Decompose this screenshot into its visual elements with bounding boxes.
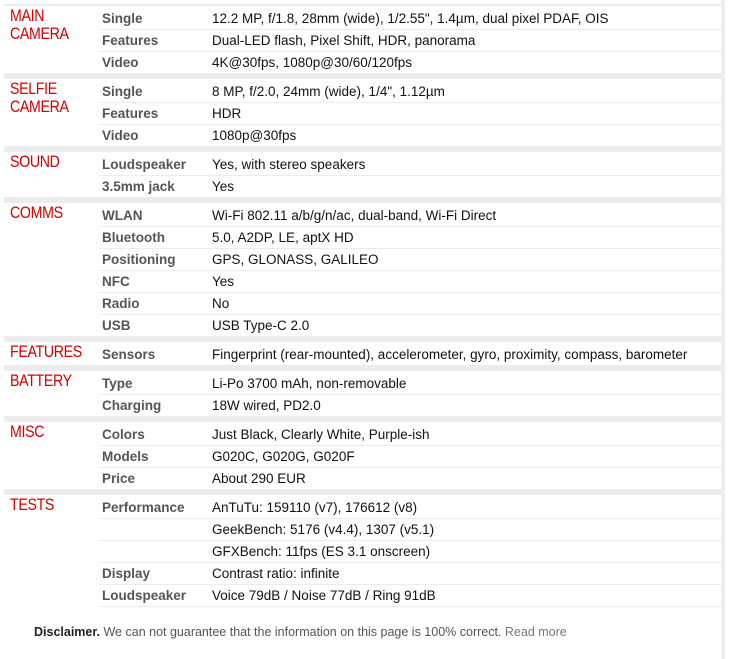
spec-value: Yes (212, 270, 725, 293)
spec-row: 3.5mm jack Yes (4, 175, 725, 197)
spec-title (99, 518, 212, 541)
page-gutter-right (721, 0, 725, 659)
spec-title: Radio (99, 292, 212, 315)
spec-title: Positioning (99, 248, 212, 271)
spec-value: No (212, 292, 725, 315)
spec-row: Models G020C, G020G, G020F (4, 445, 725, 468)
spec-row: MAIN CAMERA Single 12.2 MP, f/1.8, 28mm (w… (4, 6, 725, 43)
spec-title: Models (99, 445, 212, 468)
spec-row: Features Dual-LED flash, Pixel Shift, HDR… (4, 29, 725, 52)
spec-value: Voice 79dB / Noise 77dB / Ring 91dB (212, 584, 725, 607)
spec-value: GPS, GLONASS, GALILEO (212, 248, 725, 271)
spec-value: 12.2 MP, f/1.8, 28mm (wide), 1/2.55", 1.… (212, 11, 609, 26)
spec-category: COMMS (10, 204, 63, 222)
spec-title: Video (99, 124, 212, 146)
spec-row: TESTS Performance AnTuTu: 159110 (v7), 176… (4, 495, 725, 519)
spec-title: Features (99, 29, 212, 52)
spec-table-sound: SOUND Loudspeaker Yes, with stereo speaker… (4, 152, 725, 197)
spec-category: FEATURES (10, 343, 82, 361)
spec-value: USB Type-C 2.0 (212, 314, 725, 336)
spec-title: NFC (99, 270, 212, 293)
spec-tables: MAIN CAMERA Single 12.2 MP, f/1.8, 28mm (w… (4, 6, 725, 650)
spec-row: Radio No (4, 292, 725, 315)
spec-row: SELFIE CAMERA Single 8 MP, f/2.0, 24mm (wi… (4, 79, 725, 116)
disclaimer-text: We can not guarantee that the informatio… (100, 625, 505, 639)
spec-table-features: FEATURES Sensors Fingerprint (rear-mounted… (4, 342, 725, 365)
spec-value: Li-Po 3700 mAh, non-removable (212, 376, 407, 391)
spec-title (99, 540, 212, 563)
spec-title: Bluetooth (99, 226, 212, 249)
spec-row: Features HDR (4, 102, 725, 125)
spec-table-battery: BATTERY Type Li-Po 3700 mAh, non-removable… (4, 371, 725, 416)
spec-table-main-camera: MAIN CAMERA Single 12.2 MP, f/1.8, 28mm (w… (4, 6, 725, 73)
spec-title: Video (99, 51, 212, 73)
spec-value: 1080p@30fps (212, 124, 725, 146)
spec-value: Yes (212, 175, 725, 197)
spec-title: Loudspeaker (99, 584, 212, 607)
spec-value: Just Black, Clearly White, Purple-ish (212, 427, 430, 442)
spec-category: SOUND (10, 153, 60, 171)
spec-table-misc: MISC Colors Just Black, Clearly White, Pur… (4, 422, 725, 489)
spec-row: BATTERY Type Li-Po 3700 mAh, non-removable (4, 371, 725, 395)
spec-value: GeekBench: 5176 (v4.4), 1307 (v5.1) (212, 518, 725, 541)
spec-value: 18W wired, PD2.0 (212, 394, 725, 416)
spec-row: MISC Colors Just Black, Clearly White, Pur… (4, 422, 725, 446)
spec-title: WLAN (102, 208, 143, 223)
spec-row: GFXBench: 11fps (ES 3.1 onscreen) (4, 540, 725, 563)
spec-value: G020C, G020G, G020F (212, 445, 725, 468)
spec-category: BATTERY (10, 372, 72, 390)
spec-value: HDR (212, 102, 725, 125)
spec-value: About 290 EUR (212, 467, 725, 489)
spec-value: Fingerprint (rear-mounted), acceleromete… (212, 347, 688, 362)
specs-panel: MAIN CAMERA Single 12.2 MP, f/1.8, 28mm (w… (4, 0, 725, 659)
spec-row: NFC Yes (4, 270, 725, 293)
spec-value: Yes, with stereo speakers (212, 157, 366, 172)
spec-title: Performance (102, 500, 185, 515)
spec-row: FEATURES Sensors Fingerprint (rear-mounted… (4, 342, 725, 365)
spec-title: Display (99, 562, 212, 585)
spec-title: Sensors (102, 347, 156, 362)
spec-value: GFXBench: 11fps (ES 3.1 onscreen) (212, 540, 725, 563)
disclaimer-label: Disclaimer. (34, 625, 101, 639)
spec-value: AnTuTu: 159110 (v7), 176612 (v8) (212, 500, 418, 515)
spec-category: MAIN CAMERA (10, 7, 69, 43)
spec-title: Charging (99, 394, 212, 416)
spec-title: Type (102, 376, 133, 391)
spec-row: SOUND Loudspeaker Yes, with stereo speaker… (4, 152, 725, 176)
spec-table-selfie-camera: SELFIE CAMERA Single 8 MP, f/2.0, 24mm (wi… (4, 79, 725, 146)
spec-title: Price (99, 467, 212, 489)
spec-row: Video 4K@30fps, 1080p@30/60/120fps (4, 51, 725, 73)
spec-title: Single (102, 84, 143, 99)
spec-row: Price About 290 EUR (4, 467, 725, 489)
spec-row: Bluetooth 5.0, A2DP, LE, aptX HD (4, 226, 725, 249)
spec-row: GeekBench: 5176 (v4.4), 1307 (v5.1) (4, 518, 725, 541)
spec-value: Dual-LED flash, Pixel Shift, HDR, panora… (212, 29, 725, 52)
spec-value: Wi-Fi 802.11 a/b/g/n/ac, dual-band, Wi-F… (212, 208, 497, 223)
spec-row: Display Contrast ratio: infinite (4, 562, 725, 585)
spec-value: 8 MP, f/2.0, 24mm (wide), 1/4", 1.12µm (212, 84, 445, 99)
spec-title: USB (99, 314, 212, 336)
spec-value: 4K@30fps, 1080p@30/60/120fps (212, 51, 725, 73)
spec-row: Charging 18W wired, PD2.0 (4, 394, 725, 416)
spec-title: Colors (102, 427, 145, 442)
spec-title: 3.5mm jack (99, 175, 212, 197)
spec-title: Loudspeaker (102, 157, 187, 172)
spec-row: Video 1080p@30fps (4, 124, 725, 146)
read-more-link[interactable]: Read more (505, 625, 567, 639)
spec-row: COMMS WLAN Wi-Fi 802.11 a/b/g/n/ac, dual-b… (4, 203, 725, 227)
spec-title: Features (99, 102, 212, 125)
spec-table-comms: COMMS WLAN Wi-Fi 802.11 a/b/g/n/ac, dual-b… (4, 203, 725, 336)
spec-value: Contrast ratio: infinite (212, 562, 725, 585)
spec-category: SELFIE CAMERA (10, 80, 69, 116)
disclaimer: Disclaimer. We can not guarantee that th… (4, 609, 725, 655)
spec-row: Loudspeaker Voice 79dB / Noise 77dB / Rin… (4, 584, 725, 607)
spec-category: MISC (10, 423, 45, 441)
spec-row: USB USB Type-C 2.0 (4, 314, 725, 336)
spec-value: 5.0, A2DP, LE, aptX HD (212, 226, 725, 249)
spec-title: Single (102, 11, 143, 26)
spec-row: Positioning GPS, GLONASS, GALILEO (4, 248, 725, 271)
